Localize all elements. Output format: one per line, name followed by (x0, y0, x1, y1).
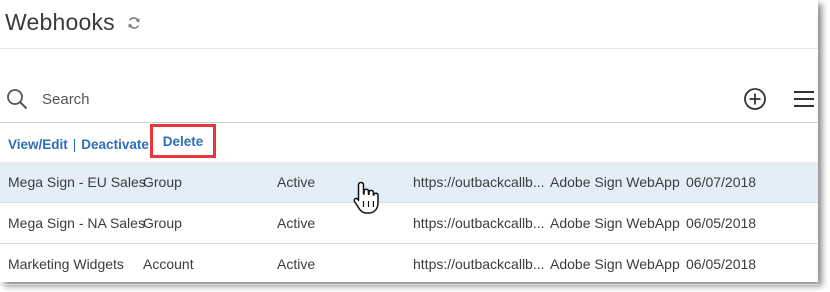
webhook-date: 06/07/2018 (686, 174, 757, 190)
webhook-name: Mega Sign - NA Sales (8, 215, 145, 231)
delete-link[interactable]: Delete (163, 134, 204, 149)
webhook-url: https://outbackcallb... (413, 215, 545, 231)
table-row[interactable]: Mega Sign - EU Sales Group Active https:… (0, 162, 818, 203)
webhook-date: 06/05/2018 (686, 256, 757, 272)
webhook-date: 06/05/2018 (686, 215, 757, 231)
webhook-name: Mega Sign - EU Sales (8, 174, 146, 190)
table-row[interactable]: Mega Sign - NA Sales Group Active https:… (0, 203, 818, 244)
search-icon (7, 89, 28, 110)
webhook-scope: Group (143, 215, 182, 231)
webhook-url: https://outbackcallb... (413, 256, 545, 272)
search-bar (0, 74, 818, 123)
webhook-status: Active (277, 215, 316, 231)
webhooks-panel: Webhooks View/Edit | Deactivate Del (0, 0, 818, 285)
webhook-scope: Account (143, 256, 194, 272)
refresh-icon[interactable] (127, 16, 141, 30)
webhooks-table: Mega Sign - EU Sales Group Active https:… (0, 162, 818, 285)
page-title: Webhooks (5, 9, 115, 35)
row-actions: View/Edit | Deactivate (8, 134, 149, 154)
webhook-status: Active (277, 256, 316, 272)
webhook-application: Adobe Sign WebApp (550, 174, 680, 190)
hamburger-menu-icon[interactable] (793, 89, 815, 109)
webhook-application: Adobe Sign WebApp (550, 256, 680, 272)
table-row[interactable]: Marketing Widgets Account Active https:/… (0, 244, 818, 285)
plus-circle-icon[interactable] (743, 87, 767, 111)
search-input[interactable] (40, 86, 344, 112)
webhook-scope: Group (143, 174, 182, 190)
deactivate-link[interactable]: Deactivate (81, 137, 149, 152)
webhook-status: Active (277, 174, 316, 190)
webhook-name: Marketing Widgets (8, 256, 124, 272)
view-edit-link[interactable]: View/Edit (8, 137, 68, 152)
action-separator: | (72, 136, 77, 152)
webhook-application: Adobe Sign WebApp (550, 215, 680, 231)
webhook-url: https://outbackcallb... (413, 174, 545, 190)
delete-highlight-box: Delete (150, 124, 216, 158)
page-header: Webhooks (0, 0, 818, 49)
hand-pointer-cursor-icon (353, 181, 379, 214)
